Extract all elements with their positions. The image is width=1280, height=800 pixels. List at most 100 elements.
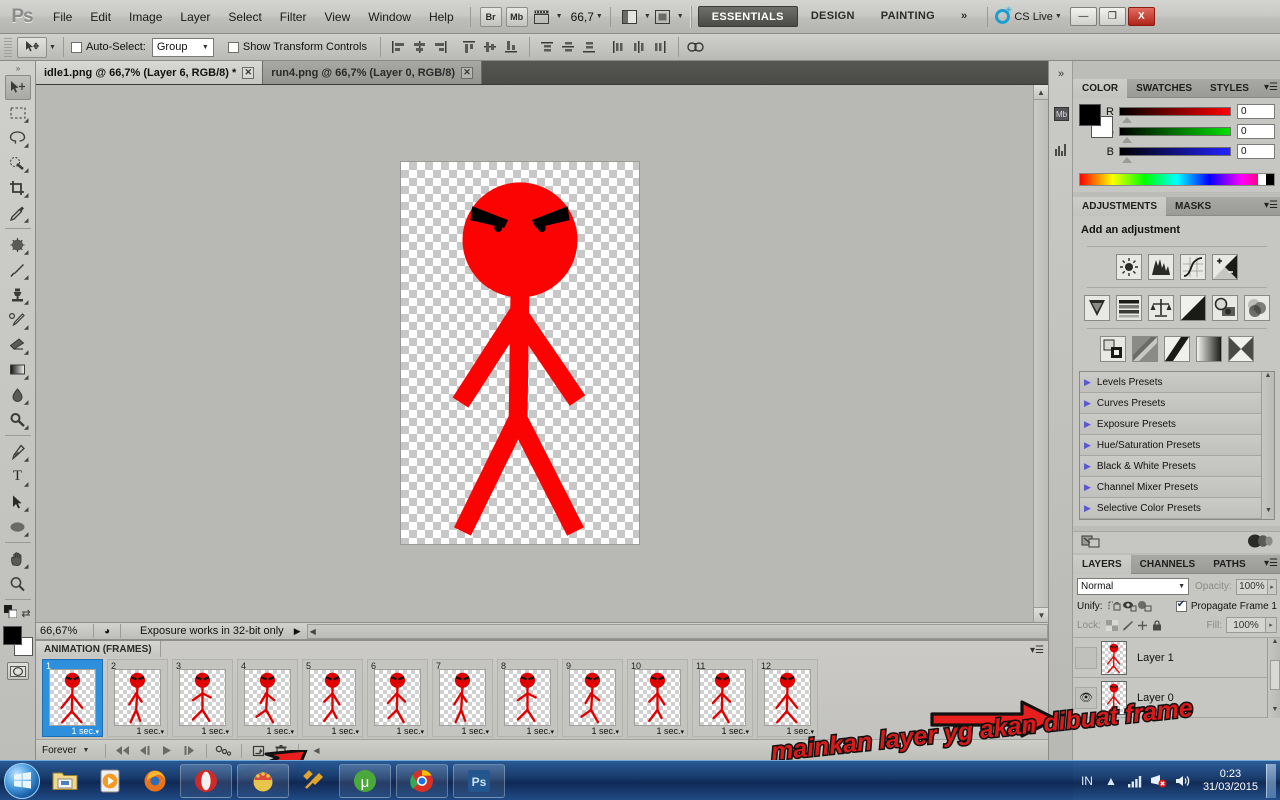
layer-list[interactable]: 👁 Layer 1👁 Layer 0 ▲ ▼ — [1073, 638, 1280, 718]
clock[interactable]: 0:23 31/03/2015 — [1203, 768, 1258, 794]
brightness-contrast-icon[interactable] — [1116, 254, 1142, 280]
tool-history-brush[interactable]: ◢ — [5, 307, 31, 332]
workspace-painting[interactable]: PAINTING — [868, 6, 948, 27]
green-slider[interactable] — [1119, 127, 1231, 143]
layers-scrollbar-thumb[interactable] — [1270, 660, 1280, 690]
scroll-down-icon[interactable]: ▼ — [1268, 706, 1280, 718]
frame-duration[interactable]: 1 sec.▾ — [108, 726, 167, 736]
color-spectrum-ramp[interactable] — [1079, 173, 1275, 186]
animation-frame[interactable]: 2 1 sec.▾ — [107, 659, 168, 737]
taskbar-utorrent[interactable]: μ — [339, 763, 391, 798]
histogram-rail-icon[interactable] — [1049, 137, 1073, 163]
align-vertical-centers-button[interactable] — [481, 38, 500, 57]
tool-quick-selection[interactable]: ◢ — [5, 150, 31, 175]
show-hidden-icons-icon[interactable]: ▲ — [1102, 772, 1120, 790]
scroll-down-icon[interactable]: ▼ — [1262, 507, 1275, 519]
foreground-color-swatch[interactable] — [1079, 104, 1101, 126]
menu-select[interactable]: Select — [219, 0, 270, 34]
tool-preset-chevron-down-icon[interactable]: ▼ — [49, 44, 56, 51]
color-panel-menu-icon[interactable]: ▾☰ — [1264, 82, 1278, 93]
red-slider[interactable] — [1119, 107, 1231, 123]
distribute-horizontal-centers-button[interactable] — [630, 38, 649, 57]
tool-dodge[interactable]: ◢ — [5, 407, 31, 432]
show-desktop-button[interactable] — [1266, 763, 1276, 798]
tab-color[interactable]: COLOR — [1073, 79, 1128, 98]
preset-item[interactable]: ▶ Levels Presets — [1080, 372, 1261, 393]
canvas-horizontal-scrollbar[interactable]: ◀ — [306, 623, 1048, 639]
distribute-vertical-centers-button[interactable] — [559, 38, 578, 57]
animation-frame[interactable]: 9 1 sec.▾ — [562, 659, 623, 737]
scroll-up-icon[interactable]: ▲ — [1034, 85, 1048, 100]
animation-shortcut-icon[interactable] — [1247, 533, 1273, 552]
chevron-right-icon[interactable]: ▶ — [1084, 377, 1091, 388]
tool-hand[interactable]: ◢ — [5, 546, 31, 571]
workspace-more-icon[interactable]: » — [948, 6, 980, 27]
zoom-percentage-field[interactable]: 66,67% — [36, 625, 88, 637]
animation-frame[interactable]: 10 1 sec.▾ — [627, 659, 688, 737]
move-tool-preset-icon[interactable] — [17, 36, 47, 58]
tool-pen[interactable]: ◢ — [5, 439, 31, 464]
opacity-stepper-icon[interactable]: ▸ — [1268, 578, 1277, 595]
mini-bridge-rail-icon[interactable]: Mb — [1049, 101, 1073, 127]
photo-filter-icon[interactable] — [1212, 295, 1238, 321]
menu-layer[interactable]: Layer — [171, 0, 219, 34]
tool-zoom[interactable] — [5, 571, 31, 596]
menu-help[interactable]: Help — [420, 0, 463, 34]
frame-duration[interactable]: 1 sec.▾ — [368, 726, 427, 736]
preset-item[interactable]: ▶ Black & White Presets — [1080, 456, 1261, 477]
taskbar-gom-player[interactable] — [237, 763, 289, 798]
tool-crop[interactable]: ◢ — [5, 175, 31, 200]
frame-duration[interactable]: 1 sec.▾ — [43, 726, 102, 736]
layers-panel-menu-icon[interactable]: ▾☰ — [1264, 558, 1278, 569]
animation-panel-menu-icon[interactable]: ▾☰ — [1030, 645, 1044, 656]
taskbar-windows-explorer[interactable] — [45, 764, 85, 798]
presets-scrollbar[interactable]: ▲ ▼ — [1261, 372, 1274, 519]
animation-frame[interactable]: 3 1 sec.▾ — [172, 659, 233, 737]
view-extras-icon[interactable] — [531, 7, 553, 27]
tool-path-selection[interactable]: ◢ — [5, 489, 31, 514]
layer-name[interactable]: Layer 1 — [1137, 652, 1174, 664]
arrange-documents-icon[interactable] — [652, 7, 674, 27]
tab-layers[interactable]: LAYERS — [1073, 555, 1131, 574]
document-info-icon[interactable]: ◕ — [99, 624, 115, 638]
animation-frame[interactable]: 8 1 sec.▾ — [497, 659, 558, 737]
tool-eyedropper[interactable]: ◢ — [5, 200, 31, 225]
tool-spot-healing-brush[interactable]: ◢ — [5, 232, 31, 257]
exposure-icon[interactable] — [1212, 254, 1238, 280]
taskbar-media-player[interactable] — [90, 764, 130, 798]
restore-button[interactable]: ❐ — [1098, 7, 1126, 26]
menu-view[interactable]: View — [315, 0, 359, 34]
launch-mini-bridge-button[interactable]: Mb — [505, 6, 528, 27]
tools-panel-collapse-icon[interactable]: » — [7, 64, 29, 75]
lock-transparent-pixels-icon[interactable] — [1105, 618, 1120, 632]
lock-image-pixels-icon[interactable] — [1120, 618, 1135, 632]
chevron-right-icon[interactable]: ▶ — [1084, 482, 1091, 493]
menu-filter[interactable]: Filter — [271, 0, 316, 34]
tool-move[interactable] — [4, 75, 31, 100]
invert-icon[interactable] — [1100, 336, 1126, 362]
tool-ellipse[interactable]: ◢ — [5, 514, 31, 539]
black-white-icon[interactable] — [1180, 295, 1206, 321]
tab-masks[interactable]: MASKS — [1166, 197, 1220, 216]
preset-item[interactable]: ▶ Selective Color Presets — [1080, 498, 1261, 519]
vibrance-icon[interactable] — [1084, 295, 1110, 321]
menu-window[interactable]: Window — [359, 0, 420, 34]
tool-lasso[interactable]: ◢ — [5, 125, 31, 150]
tool-brush[interactable]: ◢ — [5, 257, 31, 282]
start-button[interactable] — [4, 762, 40, 799]
unify-layer-visibility-icon[interactable] — [1122, 599, 1137, 613]
red-value-field[interactable]: 0 — [1237, 104, 1275, 119]
layer-name[interactable]: Layer 0 — [1137, 692, 1174, 704]
chevron-right-icon[interactable]: ▶ — [1084, 398, 1091, 409]
channel-mixer-icon[interactable] — [1244, 295, 1270, 321]
taskbar-opera[interactable] — [180, 763, 232, 798]
frame-duration[interactable]: 1 sec.▾ — [498, 726, 557, 736]
scroll-down-icon[interactable]: ▼ — [1034, 607, 1048, 622]
close-icon[interactable]: ✕ — [461, 66, 474, 79]
layer-visibility-toggle-icon[interactable]: 👁 — [1075, 686, 1097, 709]
preset-item[interactable]: ▶ Exposure Presets — [1080, 414, 1261, 435]
menu-image[interactable]: Image — [120, 0, 171, 34]
document-tab-run4[interactable]: run4.png @ 66,7% (Layer 0, RGB/8) ✕ — [263, 61, 483, 84]
canvas-vertical-scrollbar[interactable]: ▲ ▼ — [1033, 85, 1048, 622]
blend-mode-select[interactable]: Normal ▼ — [1077, 578, 1189, 595]
